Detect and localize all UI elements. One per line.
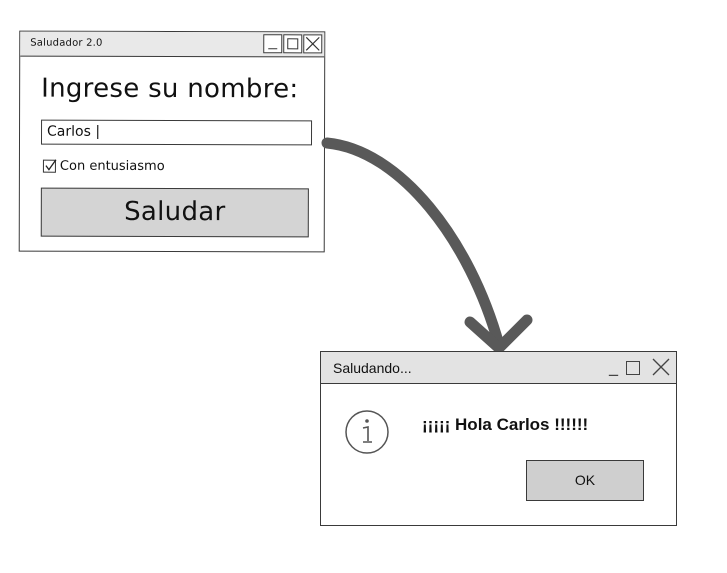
close-icon[interactable] xyxy=(652,358,670,376)
info-icon xyxy=(345,410,389,454)
dialog-title: Saludando... xyxy=(333,360,412,376)
ok-button[interactable]: OK xyxy=(526,460,644,501)
maximize-icon[interactable] xyxy=(626,361,640,375)
greeting-message: ¡¡¡¡¡ Hola Carlos !!!!!! xyxy=(422,415,589,434)
dialog-title-bar: Saludando... _ xyxy=(321,352,676,384)
minimize-icon[interactable]: _ xyxy=(609,356,618,377)
greeting-dialog: Saludando... _ ¡¡¡¡¡ Hola Carlos !!!!!! … xyxy=(320,351,677,526)
